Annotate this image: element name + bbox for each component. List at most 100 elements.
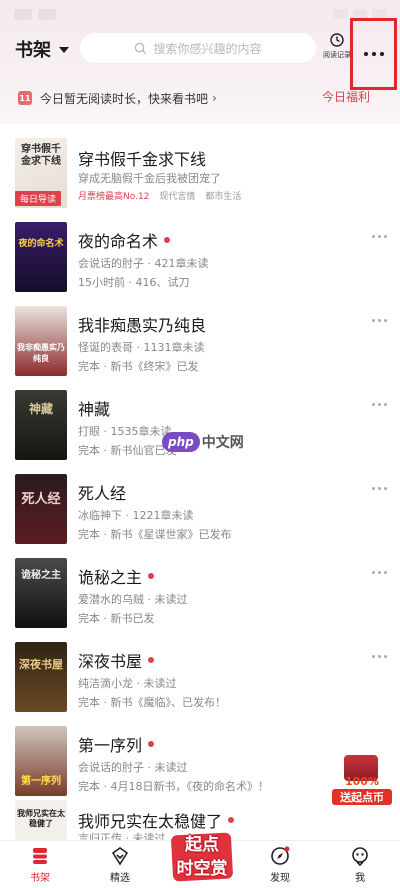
status-carrier — [14, 8, 32, 20]
history-button[interactable]: 阅读记录 — [322, 32, 352, 66]
genre-tag: 现代言情 — [159, 192, 196, 202]
nav-discover-label: 发现 — [270, 873, 290, 884]
cover-text: 我师兄实在太稳健了 — [17, 808, 65, 828]
featured-book[interactable]: 穿书假千金求下线 每日导读 穿书假千金求下线 穿成无脑假千金后我被团宠了 月票榜… — [0, 126, 400, 210]
update-dot — [164, 237, 171, 243]
watermark-text: 中文网 — [201, 435, 244, 451]
book-status-line: 完本 · 新书已发 — [78, 612, 155, 625]
item-more-icon[interactable] — [372, 403, 387, 406]
time-reward-button[interactable]: 起点 时空赏 — [166, 826, 238, 888]
list-item[interactable]: 深夜书屋 深夜书屋 纯洁滴小龙 · 未读过 完本 · 新书《魔临》、已发布！ — [0, 630, 400, 714]
book-title-text: 第一序列 — [78, 736, 143, 755]
more-options-button[interactable] — [350, 18, 397, 90]
book-title: 深夜书屋 — [78, 648, 155, 672]
book-cover: 夜的命名术 — [15, 222, 67, 292]
notice-text: 今日暂无阅读时长，快来看书吧 — [40, 91, 209, 106]
item-more-icon[interactable] — [372, 571, 387, 574]
nav-me-label: 我 — [355, 873, 365, 884]
bookshelf-icon — [33, 848, 47, 864]
book-status-line: 15小时前 · 416、试刀 — [78, 276, 190, 289]
search-icon — [135, 42, 147, 54]
daily-recommend-badge: 每日导读 — [15, 191, 61, 206]
watermark-logo: php — [162, 432, 200, 452]
book-title-text: 深夜书屋 — [78, 652, 143, 671]
wifi-icon — [334, 9, 348, 19]
book-title-text: 诡秘之主 — [78, 568, 143, 587]
nav-featured[interactable]: 精选 — [90, 845, 150, 884]
book-status-line: 完本 · 新书《终宋》已发 — [78, 360, 199, 373]
book-status-line: 完本 · 4月18日新书，《夜的命名术》！ — [78, 780, 269, 793]
update-dot — [148, 657, 155, 663]
book-cover: 死人经 — [15, 474, 67, 544]
calendar-icon: 11 — [18, 91, 32, 105]
list-item[interactable]: 我非痴愚实乃纯良 我非痴愚实乃纯良 怪诞的表哥 · 1131章未读 完本 · 新… — [0, 294, 400, 378]
nav-me[interactable]: 我 — [330, 845, 390, 884]
item-more-icon[interactable] — [372, 487, 387, 490]
rank-tag: 月票榜最高No.12 — [78, 192, 150, 202]
site-watermark: php 中文网 — [162, 432, 244, 452]
cover-text: 神藏 — [28, 402, 53, 416]
book-status-line: 完本 · 新书《星谍世家》已发布 — [78, 528, 232, 541]
book-cover: 第一序列 — [15, 726, 67, 796]
diamond-icon — [111, 847, 129, 866]
cover-text: 诡秘之主 — [21, 570, 61, 581]
status-icon — [38, 8, 56, 20]
more-icon — [363, 52, 384, 56]
search-placeholder: 搜索你感兴趣的内容 — [153, 41, 262, 56]
book-author-line: 爱潜水的乌贼 · 未读过 — [78, 593, 188, 606]
book-author-line: 冰临神下 · 1221章未读 — [78, 509, 194, 522]
book-cover: 我非痴愚实乃纯良 — [15, 306, 67, 376]
history-label: 阅读记录 — [323, 51, 351, 59]
item-more-icon[interactable] — [372, 655, 387, 658]
daily-welfare-link[interactable]: 今日福利 — [322, 88, 370, 105]
book-title: 神藏 — [78, 396, 110, 420]
book-title-text: 穿书假千金求下线 — [78, 150, 207, 169]
book-author-line: 打眼 · 1535章未读 — [78, 425, 172, 438]
list-item[interactable]: 死人经 死人经 冰临神下 · 1221章未读 完本 · 新书《星谍世家》已发布 — [0, 462, 400, 546]
promo-percent: 100% — [345, 775, 379, 788]
book-author-line: 怪诞的表哥 · 1131章未读 — [78, 341, 205, 354]
book-title: 我非痴愚实乃纯良 — [78, 312, 206, 336]
book-author-line: 会说话的肘子 · 421章未读 — [78, 257, 209, 270]
profile-face-icon — [352, 847, 368, 867]
book-cover: 深夜书屋 — [15, 642, 67, 712]
genre-tag: 都市生活 — [205, 192, 242, 202]
book-subtitle: 穿成无脑假千金后我被团宠了 — [78, 172, 221, 185]
list-item[interactable]: 夜的命名术 夜的命名术 会说话的肘子 · 421章未读 15小时前 · 416、… — [0, 210, 400, 294]
shelf-dropdown[interactable]: 书架 — [15, 36, 69, 62]
search-input[interactable]: 搜索你感兴趣的内容 — [80, 33, 316, 63]
history-icon — [330, 33, 344, 47]
book-title: 死人经 — [78, 480, 126, 504]
nav-shelf[interactable]: 书架 — [10, 845, 70, 884]
book-cover: 诡秘之主 — [15, 558, 67, 628]
cover-text: 死人经 — [21, 492, 61, 507]
update-dot — [148, 741, 155, 747]
book-title-text: 神藏 — [78, 400, 111, 419]
status-bar — [0, 0, 400, 28]
cover-text: 穿书假千金求下线 — [21, 144, 61, 167]
nav-shelf-label: 书架 — [30, 873, 50, 884]
update-dot — [148, 573, 155, 579]
book-title-text: 死人经 — [78, 484, 127, 503]
caret-down-icon — [59, 47, 69, 53]
cover-text: 深夜书屋 — [19, 658, 63, 671]
compass-icon — [271, 846, 290, 865]
book-cover: 神藏 — [15, 390, 67, 460]
item-more-icon[interactable] — [372, 235, 387, 238]
nav-discover[interactable]: 发现 — [250, 845, 310, 884]
book-author-line: 纯洁滴小龙 · 未读过 — [78, 677, 177, 690]
book-title: 夜的命名术 — [78, 228, 171, 252]
book-title-text: 我非痴愚实乃纯良 — [78, 316, 207, 335]
book-tags: 月票榜最高No.12 现代言情 都市生活 — [78, 189, 241, 202]
book-author-line: 会说话的肘子 · 未读过 — [78, 761, 188, 774]
cover-text: 夜的命名术 — [18, 239, 64, 249]
top-bar: 书架 搜索你感兴趣的内容 阅读记录 — [0, 30, 400, 66]
cover-text: 我非痴愚实乃纯良 — [17, 342, 65, 363]
item-more-icon[interactable] — [372, 319, 387, 322]
cover-text: 第一序列 — [21, 776, 61, 787]
badge-line1: 起点 — [185, 835, 219, 855]
nav-featured-label: 精选 — [110, 873, 130, 884]
list-item[interactable]: 诡秘之主 诡秘之主 爱潜水的乌贼 · 未读过 完本 · 新书已发 — [0, 546, 400, 630]
book-title-text: 夜的命名术 — [78, 232, 159, 251]
coin-promo-float[interactable]: 100% 送起点币 — [330, 755, 392, 807]
